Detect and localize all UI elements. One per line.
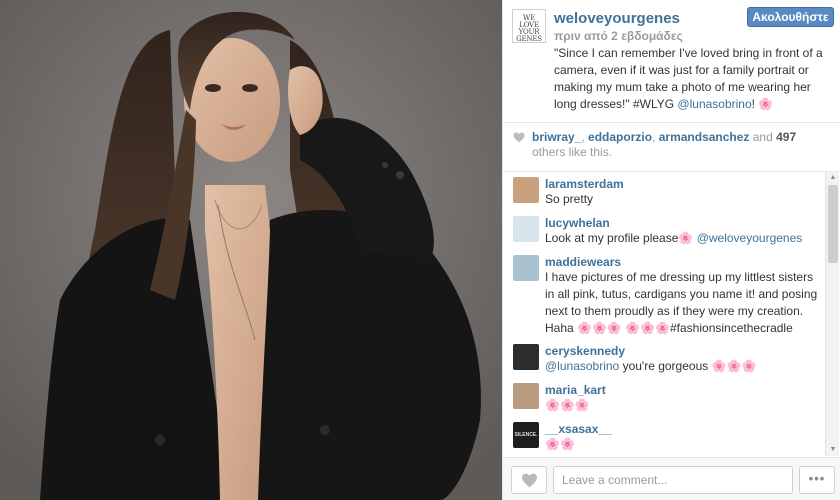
comment-mention-link[interactable]: @lunasobrino [545, 359, 619, 373]
commenter-username[interactable]: maria_kart [545, 383, 606, 397]
comment-text: Look at my profile please🌸 @weloveyourge… [545, 231, 803, 245]
comments-scrollbar[interactable]: ▲ ▼ [825, 172, 839, 456]
comment-footer: ••• [503, 457, 840, 500]
comment-input[interactable] [553, 466, 793, 494]
commenter-username[interactable]: ceryskennedy [545, 344, 625, 358]
like-button[interactable] [511, 466, 547, 494]
commenter-username[interactable]: lucywhelan [545, 216, 610, 230]
comment-mention-link[interactable]: @weloveyourgenes [697, 231, 803, 245]
likes-separator: , [652, 130, 659, 144]
comment-text: 🌸🌸 [545, 437, 575, 451]
heart-icon [522, 473, 537, 488]
likes-count[interactable]: 497 [776, 130, 796, 144]
likes-text: briwray_, eddaporzio, armandsanchez and … [532, 130, 832, 160]
more-options-button[interactable]: ••• [799, 466, 835, 494]
photo-image [0, 0, 502, 500]
comment-text: @lunasobrino you're gorgeous 🌸🌸🌸 [545, 359, 757, 373]
heart-icon [513, 132, 525, 143]
owner-username[interactable]: weloveyourgenes [554, 10, 680, 27]
post-header: WE LOVE YOUR GENES weloveyourgenes πριν … [503, 0, 840, 122]
follow-button[interactable]: Ακολουθήστε [747, 7, 834, 27]
likes-tail: others like this. [532, 145, 613, 159]
commenter-avatar[interactable] [513, 177, 539, 203]
scroll-down-arrow-icon[interactable]: ▼ [826, 444, 840, 456]
comments-list[interactable]: laramsterdam So pretty lucywhelan Look a… [503, 172, 840, 456]
commenter-username[interactable]: laramsterdam [545, 177, 624, 191]
liker-link[interactable]: eddaporzio [588, 130, 652, 144]
caption-tail: ! 🌸 [751, 97, 774, 111]
liker-link[interactable]: briwray_ [532, 130, 581, 144]
post-photo[interactable] [0, 0, 502, 500]
comment-text: 🌸🌸🌸 [545, 398, 590, 412]
likes-summary: briwray_, eddaporzio, armandsanchez and … [503, 122, 840, 170]
post-details-panel: WE LOVE YOUR GENES weloveyourgenes πριν … [502, 0, 840, 500]
commenter-username[interactable]: maddiewears [545, 255, 621, 269]
commenter-avatar[interactable] [513, 344, 539, 370]
commenter-username[interactable]: __xsasax__ [545, 422, 612, 436]
owner-avatar[interactable]: WE LOVE YOUR GENES [512, 9, 546, 43]
post-caption: "Since I can remember I've loved bring i… [554, 45, 832, 113]
liker-link[interactable]: armandsanchez [659, 130, 750, 144]
post-timestamp[interactable]: πριν από 2 εβδομάδες [554, 29, 683, 43]
comment-text: I have pictures of me dressing up my lit… [545, 270, 818, 335]
caption-mention-link[interactable]: @lunasobrino [677, 97, 751, 111]
scroll-thumb[interactable] [828, 185, 838, 263]
commenter-avatar[interactable] [513, 383, 539, 409]
scroll-up-arrow-icon[interactable]: ▲ [826, 172, 840, 184]
likes-and: and [749, 130, 777, 144]
commenter-avatar[interactable] [513, 255, 539, 281]
comment-text: So pretty [545, 192, 594, 206]
commenter-avatar[interactable] [513, 216, 539, 242]
commenter-avatar[interactable]: SILENCE. [513, 422, 539, 448]
